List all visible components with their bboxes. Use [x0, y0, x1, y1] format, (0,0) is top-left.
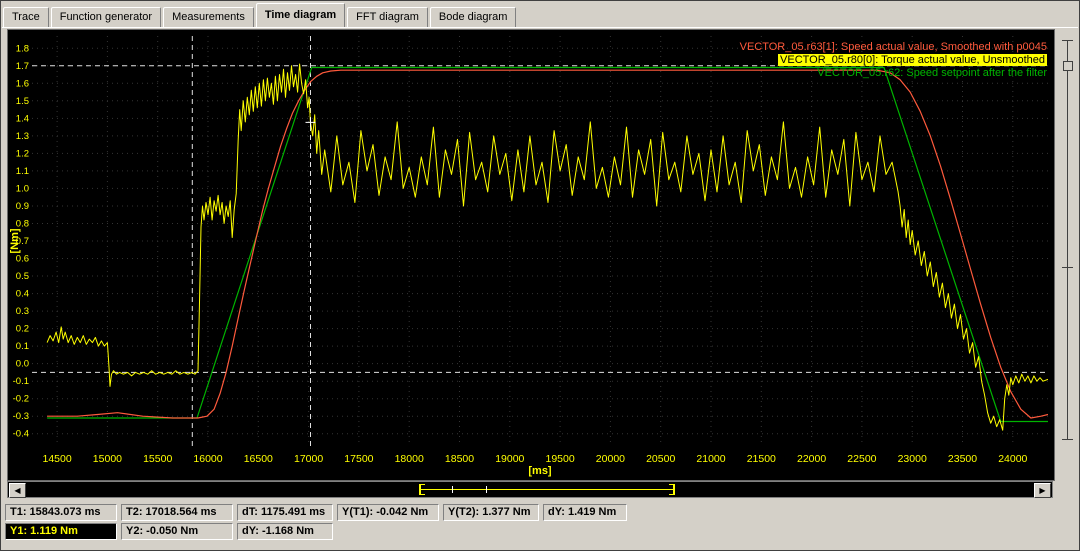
x-axis-unit: [ms]	[528, 465, 552, 477]
range-cursor-t1-tick	[452, 486, 453, 493]
range-left-bracket[interactable]	[419, 484, 425, 495]
y-tick-label: 0.1	[16, 341, 29, 352]
vslider-handle[interactable]	[1063, 61, 1073, 71]
y-tick-label: 1.2	[16, 148, 29, 159]
x-tick-label: 18500	[445, 453, 474, 465]
y-tick-label: 1.0	[16, 183, 29, 194]
series-0	[47, 66, 1048, 423]
tab-measurements[interactable]: Measurements	[163, 7, 254, 27]
vslider-track	[1067, 40, 1068, 440]
x-tick-label: 18000	[395, 453, 424, 465]
x-tick-label: 17500	[344, 453, 373, 465]
x-tick-label: 15000	[93, 453, 122, 465]
tab-trace[interactable]: Trace	[3, 7, 49, 27]
legend-speed-setpoint[interactable]: VECTOR_05.r62: Speed setpoint after the …	[740, 67, 1047, 80]
y-axis-unit: [Nm]	[9, 228, 21, 253]
legend-speed-actual[interactable]: VECTOR_05.r63[1]: Speed actual value, Sm…	[740, 41, 1047, 54]
y-tick-label: 1.4	[16, 113, 29, 124]
vslider-bottom-tick	[1062, 439, 1073, 440]
y-tick-label: 0.8	[16, 219, 29, 230]
visible-range-indicator[interactable]	[419, 484, 675, 495]
series-1	[47, 69, 1048, 419]
readout-y-t1: Y(T1): -0.042 Nm	[337, 504, 439, 521]
x-tick-label: 19500	[545, 453, 574, 465]
y-tick-label: -0.4	[13, 429, 29, 440]
x-tick-label: 14500	[42, 453, 71, 465]
x-tick-label: 21500	[747, 453, 776, 465]
y-tick-label: 0.5	[16, 271, 29, 282]
x-tick-label: 22500	[847, 453, 876, 465]
y-tick-label: 1.5	[16, 96, 29, 107]
y-tick-label: 1.1	[16, 166, 29, 177]
series-2	[46, 63, 1048, 431]
range-cursor-t2-tick	[486, 486, 487, 493]
y-tick-label: 0.4	[16, 289, 29, 300]
y-tick-label: 1.6	[16, 78, 29, 89]
vertical-zoom-slider[interactable]	[1059, 35, 1076, 445]
y-tick-label: 0.0	[16, 359, 29, 370]
tab-time-diagram[interactable]: Time diagram	[255, 3, 346, 27]
scroll-right-icon: ▶	[1039, 486, 1046, 495]
tab-fft-diagram[interactable]: FFT diagram	[347, 7, 428, 27]
y-tick-label: 0.2	[16, 324, 29, 335]
readout-y1: Y1: 1.119 Nm	[5, 523, 117, 540]
readout-dy-t: dY: 1.419 Nm	[543, 504, 627, 521]
y-tick-label: -0.3	[13, 411, 29, 422]
x-tick-label: 20500	[646, 453, 675, 465]
readout-y-t2: Y(T2): 1.377 Nm	[443, 504, 539, 521]
scroll-right-button[interactable]: ▶	[1034, 483, 1051, 498]
range-line	[421, 489, 673, 490]
x-tick-label: 21000	[696, 453, 725, 465]
vslider-mid-tick	[1062, 267, 1073, 268]
x-tick-label: 15500	[143, 453, 172, 465]
x-tick-label: 16500	[244, 453, 273, 465]
readout-dy: dY: -1.168 Nm	[237, 523, 333, 540]
x-tick-label: 17000	[294, 453, 323, 465]
readout-dt: dT: 1175.491 ms	[237, 504, 333, 521]
tab-bode-diagram[interactable]: Bode diagram	[429, 7, 517, 27]
time-diagram-plot: -0.4 -0.3 -0.2 -0.1 0.0 0.1 0.2 0.3 0.4 0.5 0.6 0.7…	[7, 29, 1055, 481]
y-tick-label: 1.7	[16, 61, 29, 72]
tab-bar: Trace Function generator Measurements Ti…	[3, 2, 1077, 27]
scroll-left-button[interactable]: ◀	[9, 483, 26, 498]
readout-t1: T1: 15843.073 ms	[5, 504, 117, 521]
y-tick-label: 0.6	[16, 254, 29, 265]
legend-torque-actual[interactable]: VECTOR_05.r80[0]: Torque actual value, U…	[740, 54, 1047, 67]
tab-function-generator[interactable]: Function generator	[50, 7, 162, 27]
x-tick-label: 20000	[596, 453, 625, 465]
time-scrollbar[interactable]: ◀ ▶	[7, 481, 1053, 498]
y-tick-label: 0.9	[16, 201, 29, 212]
vslider-top-tick	[1062, 40, 1073, 41]
readout-y2: Y2: -0.050 Nm	[121, 523, 233, 540]
signal-legend: VECTOR_05.r63[1]: Speed actual value, Sm…	[740, 41, 1047, 80]
x-tick-label: 16000	[193, 453, 222, 465]
x-tick-label: 23500	[948, 453, 977, 465]
y-tick-label: 1.3	[16, 131, 29, 142]
tab-strip-edge	[2, 27, 1078, 28]
range-right-bracket[interactable]	[669, 484, 675, 495]
y-tick-label: -0.2	[13, 394, 29, 405]
x-tick-label: 23000	[898, 453, 927, 465]
x-tick-label: 19000	[495, 453, 524, 465]
trace-tool-window: Trace Function generator Measurements Ti…	[0, 0, 1080, 551]
y-tick-label: 1.8	[16, 43, 29, 54]
x-tick-label: 22000	[797, 453, 826, 465]
y-tick-label: -0.1	[13, 376, 29, 387]
readout-t2: T2: 17018.564 ms	[121, 504, 233, 521]
y-tick-label: 0.3	[16, 306, 29, 317]
scroll-left-icon: ◀	[14, 486, 21, 495]
x-tick-label: 24000	[998, 453, 1027, 465]
legend-torque-actual-label: VECTOR_05.r80[0]: Torque actual value, U…	[778, 54, 1047, 66]
